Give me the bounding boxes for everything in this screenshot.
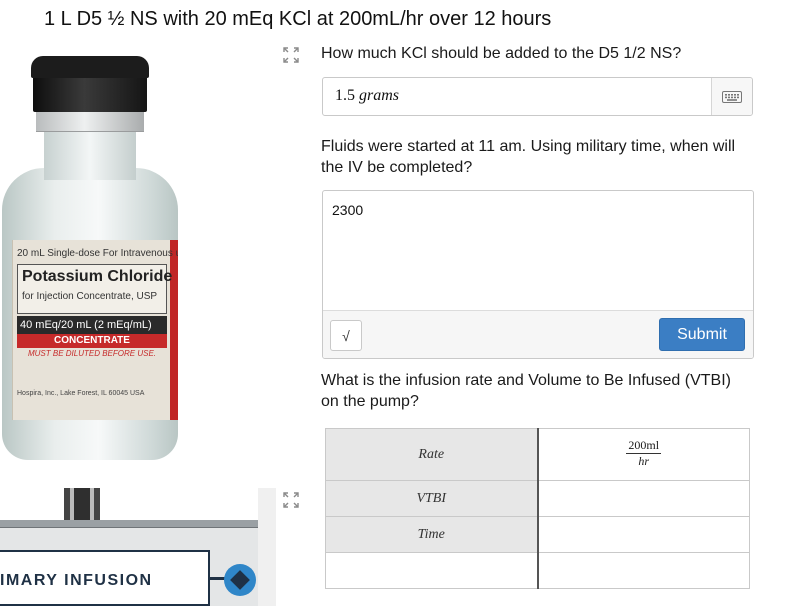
vial-label: 20 mL Single-dose For Intravenous use Po… xyxy=(12,240,178,420)
vial-manufacturer: Hospira, Inc., Lake Forest, IL 60045 USA xyxy=(17,390,145,397)
pump-knob-icon xyxy=(224,564,256,596)
time-label: Time xyxy=(325,516,538,553)
iv-completion-value: 2300 xyxy=(332,202,364,218)
vial-drug-name: Potassium Chloride xyxy=(22,268,173,285)
page-title: 1 L D5 ½ NS with 20 mEq KCl at 200mL/hr … xyxy=(44,8,552,30)
rate-fraction: 200ml hr xyxy=(626,438,662,468)
table-row: Rate 200ml hr xyxy=(325,428,750,481)
vial-cap-top xyxy=(31,56,149,78)
expand-icon[interactable] xyxy=(283,492,299,508)
pump-primary-infusion-label: IMARY INFUSION xyxy=(0,572,153,589)
rate-denominator: hr xyxy=(638,454,650,468)
vial-name-box: Potassium Chloride for Injection Concent… xyxy=(17,264,172,314)
vtbi-value-cell[interactable] xyxy=(536,480,750,517)
submit-button[interactable]: Submit xyxy=(659,318,745,351)
vial-concentration: 40 mEq/20 mL (2 mEq/mL) xyxy=(17,316,167,334)
time-value-cell[interactable] xyxy=(536,516,750,553)
pump-bar xyxy=(0,520,258,528)
kcl-amount-input[interactable]: 1.5 grams xyxy=(322,77,753,116)
infusion-pump-image: IMARY INFUSION xyxy=(0,488,260,606)
kcl-amount-unit: grams xyxy=(359,87,400,104)
answer-toolbar: √ Submit xyxy=(323,310,753,358)
table-row: Time xyxy=(325,516,750,553)
vial-neck xyxy=(44,130,136,180)
expand-icon[interactable] xyxy=(283,47,299,63)
sqrt-button[interactable]: √ xyxy=(330,320,362,351)
image-gutter xyxy=(258,488,276,606)
iv-completion-answer-box[interactable]: 2300 √ Submit xyxy=(322,190,754,359)
vial-dilute-warning: MUST BE DILUTED BEFORE USE. xyxy=(27,349,157,358)
keyboard-icon xyxy=(722,90,742,103)
vial-cap xyxy=(33,72,147,112)
kcl-amount-number: 1.5 xyxy=(335,87,355,104)
vial-crimp xyxy=(36,110,144,132)
question-1-text: How much KCl should be added to the D5 1… xyxy=(321,45,682,62)
empty-value-cell[interactable] xyxy=(536,552,750,589)
label-red-strip xyxy=(170,240,178,420)
pump-settings-table: Rate 200ml hr VTBI Time xyxy=(325,428,750,589)
rate-value-cell[interactable]: 200ml hr xyxy=(536,428,750,481)
kcl-vial-image: 20 mL Single-dose For Intravenous use Po… xyxy=(0,50,185,465)
empty-label-cell[interactable] xyxy=(325,552,538,589)
vial-concentrate-label: CONCENTRATE xyxy=(17,334,167,348)
math-keyboard-button[interactable] xyxy=(711,78,752,115)
rate-numerator: 200ml xyxy=(626,438,662,454)
question-3-text: What is the infusion rate and Volume to … xyxy=(321,372,731,410)
vial-size-text: 20 mL Single-dose For Intravenous use xyxy=(17,248,178,259)
kcl-amount-value: 1.5 grams xyxy=(335,87,399,105)
question-2-text: Fluids were started at 11 am. Using mili… xyxy=(321,138,736,176)
table-row xyxy=(325,552,750,589)
vial-injection-text: for Injection Concentrate, USP xyxy=(22,291,158,302)
sqrt-icon: √ xyxy=(342,327,350,344)
table-row: VTBI xyxy=(325,480,750,517)
rate-label: Rate xyxy=(325,428,538,481)
pump-rod xyxy=(64,488,100,524)
vtbi-label: VTBI xyxy=(325,480,538,517)
